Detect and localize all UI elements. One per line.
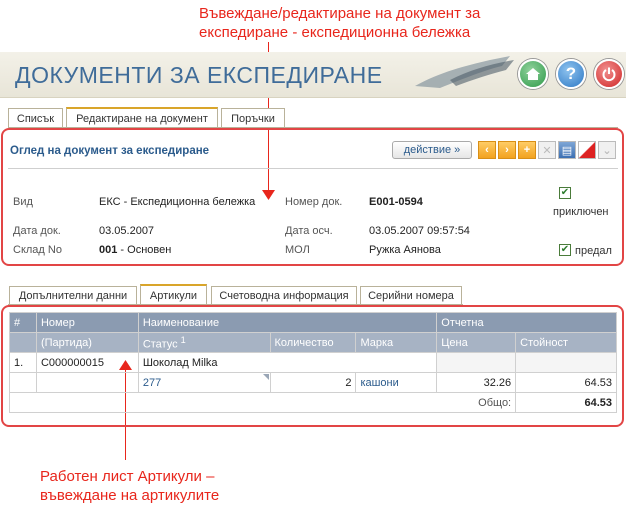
next-icon[interactable]: › [498, 141, 516, 159]
action-button[interactable]: действие » [392, 141, 472, 159]
date-label: Дата док. [13, 225, 61, 237]
store-label: Склад No [13, 244, 62, 256]
closed-check-mark: ✔ [560, 187, 570, 198]
annotation-top-line2: експедиране - експедиционна бележка [199, 24, 471, 41]
col-reporting-header: Отчетна [436, 312, 617, 333]
tab-list[interactable]: Списък [8, 108, 63, 128]
form-separator [8, 168, 618, 169]
subtab-articles[interactable]: Артикули [140, 284, 207, 305]
form-title: Оглед на документ за експедиране [10, 145, 210, 157]
bird-logo-icon [415, 56, 514, 88]
row-value: 64.53 [515, 372, 617, 393]
tab-orders[interactable]: Поръчки [221, 108, 285, 128]
docnum-label: Номер док. [285, 196, 343, 208]
annotation-top-line1: Въвеждане/редактиране на документ за [199, 5, 481, 22]
col-unit-header[interactable]: Марка [355, 332, 438, 353]
col-idx-header: # [9, 312, 37, 333]
add-icon[interactable]: + [518, 141, 536, 159]
annotation-top: Въвеждане/редактиране на документ за екс… [199, 4, 529, 42]
date-value: 03.05.2007 [99, 225, 155, 237]
detail-batch-empty [35, 372, 139, 393]
prev-icon[interactable]: ‹ [478, 141, 496, 159]
annotation-bottom-line1: Работен лист Артикули – [40, 468, 215, 485]
mol-label: МОЛ [285, 244, 310, 256]
home-icon[interactable] [518, 59, 548, 89]
store-value: 001 - Основен [99, 244, 171, 256]
row-price[interactable]: 32.26 [436, 372, 517, 393]
docnum-value: Е001-0594 [369, 196, 423, 208]
subtab-accounting-info[interactable]: Счетоводна информация [211, 286, 357, 305]
annotation-bottom-line2: въвеждане на артикулите [40, 487, 220, 504]
print-icon[interactable]: ▤ [558, 141, 576, 159]
row-idx: 1. [9, 352, 37, 373]
help-icon[interactable]: ? [556, 59, 586, 89]
delete-icon[interactable]: ✕ [538, 141, 556, 159]
dropdown-icon[interactable]: ⌄ [598, 141, 616, 159]
closed-checkbox[interactable]: ✔ [559, 187, 571, 199]
acctdate-value: 03.05.2007 09:57:54 [369, 225, 470, 237]
col-batch-header[interactable]: (Партида) [35, 332, 139, 353]
col-status-sup: 1 [180, 334, 186, 345]
row-number: C000000015 [35, 352, 139, 373]
store-code: 001 [99, 244, 118, 256]
total-value: 64.53 [515, 392, 617, 413]
help-icon-glyph: ? [565, 64, 577, 83]
page-title: ДОКУМЕНТИ ЗА ЕКСПЕДИРАНЕ [15, 62, 383, 88]
col-name-header[interactable]: Наименование [137, 312, 438, 333]
handed-label: предал [575, 245, 612, 257]
annotation-bottom: Работен лист Артикули – въвеждане на арт… [40, 467, 300, 505]
col-status-label: Статус [142, 338, 178, 351]
acctdate-label: Дата осч. [285, 225, 333, 237]
type-value: ЕКС - Експедиционна бележка [99, 196, 256, 208]
type-label: Вид [13, 196, 33, 208]
handed-checkbox[interactable]: ✔ [559, 244, 571, 256]
handed-check-mark: ✔ [560, 244, 570, 255]
row-unit[interactable]: кашони [355, 372, 438, 393]
row-reporting-empty [436, 352, 517, 373]
subtab-serial-numbers[interactable]: Серийни номера [360, 286, 462, 305]
grid-header-row: # Номер Наименование Отчетна [9, 312, 617, 333]
grid-subheader-row: (Партида) Статус 1 Количество Марка Цена… [9, 332, 617, 353]
erase-icon[interactable] [578, 141, 596, 159]
total-row: Общо: 64.53 [8, 392, 617, 413]
row-status[interactable]: 277 [137, 372, 271, 393]
row-name: Шоколад Milka [137, 352, 438, 373]
tab-edit-document[interactable]: Редактиране на документ [66, 107, 218, 128]
store-name: - Основен [117, 244, 172, 256]
power-icon[interactable] [594, 59, 624, 89]
col-status-header[interactable]: Статус 1 [137, 332, 271, 353]
closed-label: приключен [553, 206, 609, 218]
subtab-additional-data[interactable]: Допълнителни данни [9, 286, 137, 305]
articles-grid: # Номер Наименование Отчетна (Партида) С… [8, 312, 617, 413]
col-value-header[interactable]: Стойност [515, 332, 617, 353]
detail-idx-empty [9, 372, 37, 393]
col-idx-subheader [9, 332, 37, 353]
table-row[interactable]: 1. C000000015 Шоколад Milka [9, 352, 617, 373]
table-row-detail[interactable]: 277 2 кашони 32.26 64.53 [9, 372, 617, 393]
col-quantity-header[interactable]: Количество [269, 332, 357, 353]
row-quantity[interactable]: 2 [269, 372, 357, 393]
row-reporting-empty-2 [515, 352, 617, 373]
mol-value: Ружка Аянова [369, 244, 441, 256]
col-number-header[interactable]: Номер [35, 312, 139, 333]
total-label: Общо: [8, 392, 517, 413]
col-price-header[interactable]: Цена [436, 332, 517, 353]
